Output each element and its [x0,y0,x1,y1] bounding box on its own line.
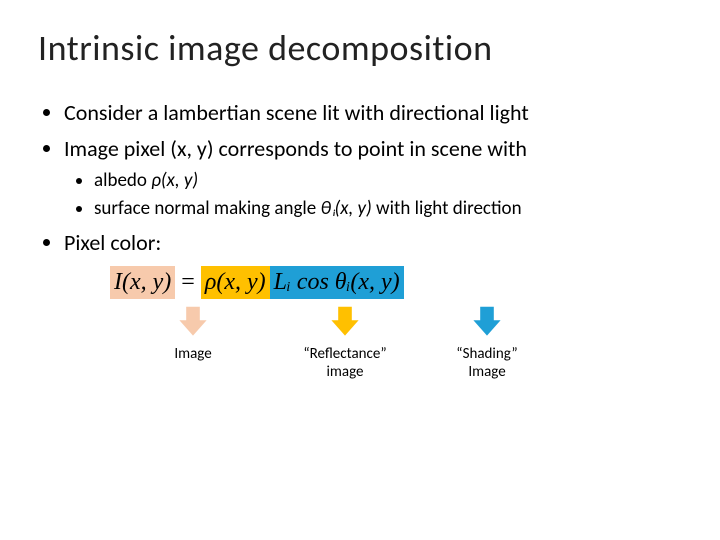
formula-lhs: I(x, y) [110,266,175,299]
label-reflectance: “Reflectance” image [290,345,400,381]
sub-bullet-albedo: albedo ρ(x, y) [94,167,682,195]
label-image: Image [138,345,248,363]
sub-bullet-list: albedo ρ(x, y) surface normal making ang… [64,167,682,222]
formula-shading: Lᵢ cos θᵢ(x, y) [270,266,404,299]
formula-equals: = [175,269,201,295]
sub-bullet-normal: surface normal making angle θᵢ(x, y) wit… [94,195,682,223]
albedo-math: ρ(x, y) [151,169,198,192]
label-reflectance-line1: “Reflectance” [290,345,400,363]
formula-reflectance: ρ(x, y) [201,266,270,299]
normal-prefix: surface normal making angle [94,197,321,220]
label-image-text: Image [138,345,248,363]
albedo-prefix: albedo [94,169,151,192]
label-shading-line1: “Shading” [432,345,542,363]
arrow-down-icon [176,305,210,339]
arrow-down-icon [470,305,504,339]
label-reflectance-line2: image [290,363,400,381]
bullet-2: Image pixel (x, y) corresponds to point … [64,134,682,223]
label-shading: “Shading” Image [432,345,542,381]
slide: Intrinsic image decomposition Consider a… [0,0,720,395]
label-shading-line2: Image [432,363,542,381]
bullet-list: Consider a lambertian scene lit with dir… [38,98,682,258]
bullet-2-text: Image pixel (x, y) corresponds to point … [64,135,527,162]
normal-suffix: with light direction [372,197,522,220]
bullet-1: Consider a lambertian scene lit with dir… [64,98,682,128]
normal-math: θᵢ(x, y) [321,197,372,220]
arrows-row [38,305,682,345]
arrow-down-icon [328,305,362,339]
labels-row: Image “Reflectance” image “Shading” Imag… [38,345,682,395]
bullet-3: Pixel color: [64,228,682,258]
pixel-color-formula: I(x, y)=ρ(x, y)Lᵢ cos θᵢ(x, y) [110,266,682,299]
page-title: Intrinsic image decomposition [38,26,682,70]
